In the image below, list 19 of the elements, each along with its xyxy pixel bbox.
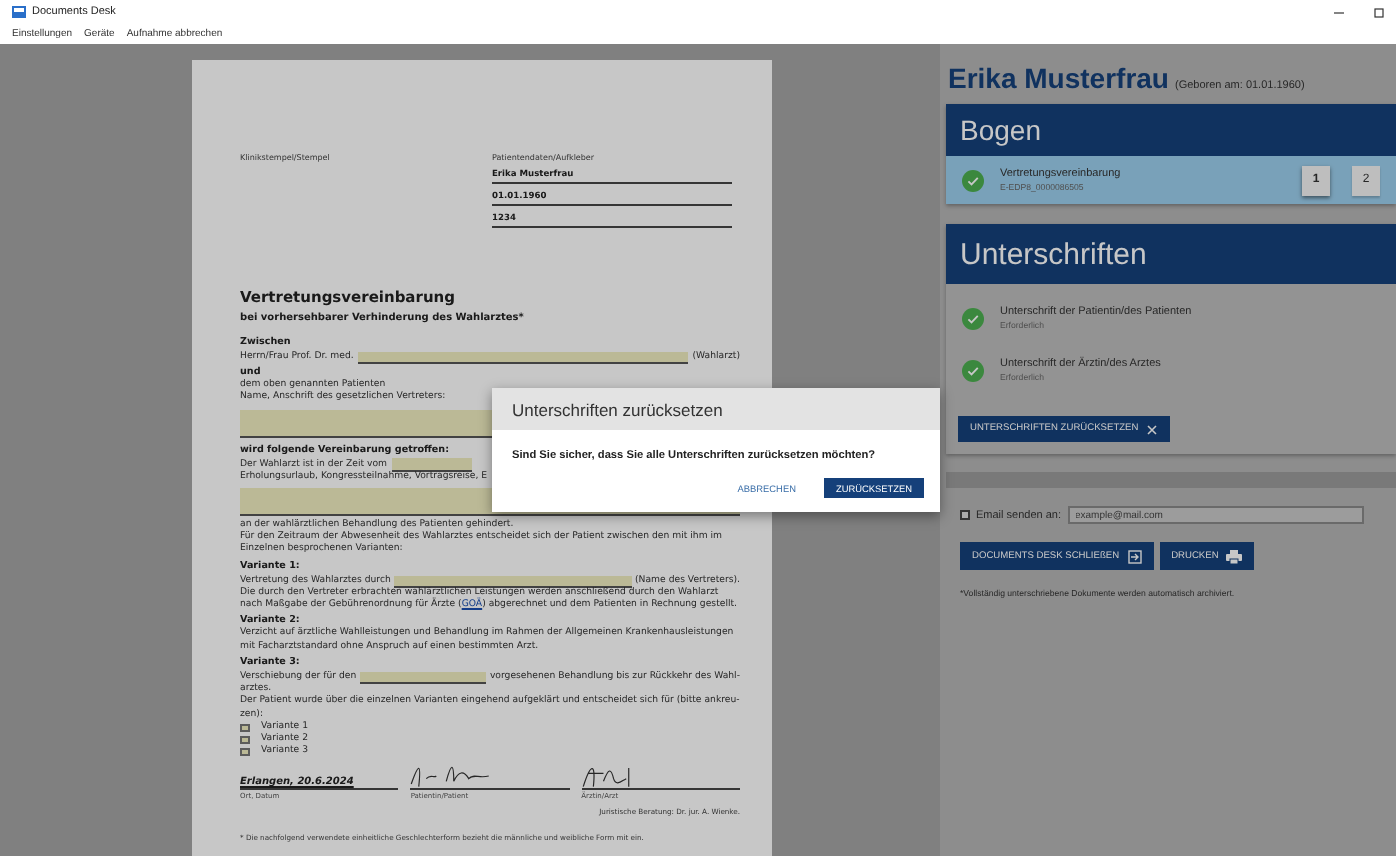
signature-drawing — [581, 763, 630, 788]
email-checkbox[interactable] — [960, 510, 970, 520]
checkbox[interactable] — [240, 723, 249, 733]
check-icon — [962, 169, 984, 191]
close-icon — [1146, 423, 1159, 435]
exit-icon — [1127, 549, 1142, 563]
app-icon — [12, 6, 26, 18]
card-header: Bogen — [946, 104, 1396, 156]
maximize-icon[interactable] — [1374, 7, 1384, 17]
checkbox[interactable] — [240, 735, 249, 745]
check-icon — [962, 307, 984, 329]
dialog-title: Unterschriften zurücksetzen — [492, 388, 940, 430]
minimize-icon[interactable] — [1334, 7, 1344, 17]
card-header: Unterschriften — [946, 224, 1396, 284]
signature-drawing — [410, 763, 491, 788]
printer-icon — [1226, 549, 1243, 563]
checkbox[interactable] — [240, 747, 249, 757]
check-icon — [962, 359, 984, 381]
patient-name: Erika Musterfrau — [948, 62, 1169, 94]
